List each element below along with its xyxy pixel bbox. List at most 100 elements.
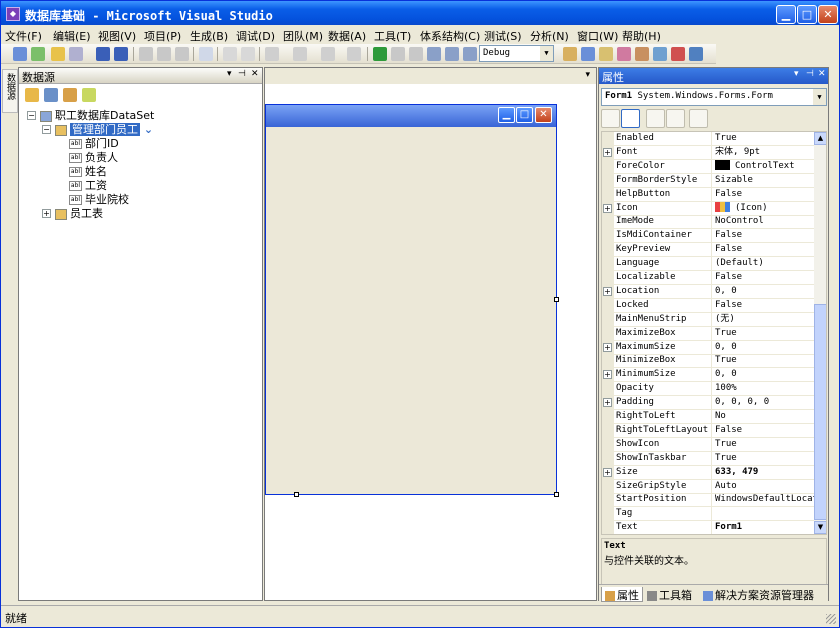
expand-property-icon[interactable]: + <box>603 398 612 408</box>
resize-handle-bottom[interactable] <box>294 492 299 497</box>
auto-hide-pin-icon[interactable]: ⊣ <box>806 69 814 79</box>
panel-dropdown-icon[interactable]: ▾ <box>227 69 232 79</box>
command-window-icon[interactable] <box>689 47 703 61</box>
expand-property-icon[interactable]: + <box>603 203 612 213</box>
property-value[interactable]: False <box>715 271 814 284</box>
tree-node[interactable]: abl 姓名 <box>69 165 107 179</box>
menu-item[interactable]: 项目(P) <box>144 28 181 44</box>
property-value[interactable]: 0, 0 <box>715 285 814 298</box>
property-value[interactable]: 633, 479 <box>715 466 814 479</box>
property-value[interactable]: Form1 <box>715 521 814 534</box>
menu-item[interactable]: 团队(M) <box>283 28 323 44</box>
refresh-icon[interactable] <box>82 88 96 102</box>
tree-node[interactable]: 管理部门员工 ⌄ <box>55 123 153 137</box>
tree-node[interactable]: 员工表 <box>55 207 103 221</box>
property-row[interactable]: KeyPreview False <box>602 243 814 258</box>
property-value[interactable]: False <box>715 243 814 256</box>
add-item-icon[interactable] <box>31 47 45 61</box>
tree-node[interactable]: abl 负责人 <box>69 151 118 165</box>
properties-view-icon[interactable] <box>646 109 665 128</box>
expand-property-icon[interactable]: + <box>603 286 612 296</box>
menu-item[interactable]: 工具(T) <box>374 28 411 44</box>
menu-item[interactable]: 测试(S) <box>484 28 522 44</box>
title-bar[interactable]: ◆ 数据库基础 - Microsoft Visual Studio ▁ □ ✕ <box>1 1 839 28</box>
resize-handle-right[interactable] <box>554 297 559 302</box>
find-icon[interactable] <box>199 47 213 61</box>
events-view-icon[interactable] <box>666 109 685 128</box>
menu-item[interactable]: 视图(V) <box>98 28 136 44</box>
chevron-down-icon[interactable]: ▼ <box>813 89 826 105</box>
undo-icon[interactable] <box>265 47 279 61</box>
collapse-node-icon[interactable]: − <box>42 125 51 134</box>
property-row[interactable]: Opacity 100% <box>602 382 814 397</box>
property-value[interactable]: 0, 0 <box>715 368 814 381</box>
add-datasource-icon[interactable] <box>25 88 39 102</box>
tree-node[interactable]: 职工数据库DataSet <box>40 109 154 123</box>
property-row[interactable]: ImeMode NoControl <box>602 215 814 230</box>
property-value[interactable]: (无) <box>715 313 814 326</box>
tree-node[interactable]: abl 工资 <box>69 179 107 193</box>
document-list-dropdown-icon[interactable]: ▾ <box>585 70 590 80</box>
property-row[interactable]: FormBorderStyle Sizable <box>602 173 814 188</box>
property-row[interactable]: ShowInTaskbar True <box>602 451 814 466</box>
menu-item[interactable]: 帮助(H) <box>622 28 661 44</box>
tab-solution-explorer[interactable]: 解决方案资源管理器 <box>703 587 814 602</box>
property-row[interactable]: SizeGripStyle Auto <box>602 479 814 494</box>
panel-close-icon[interactable]: ✕ <box>818 69 826 79</box>
alphabetical-view-icon[interactable] <box>621 109 640 128</box>
collapse-node-icon[interactable]: − <box>27 111 36 120</box>
property-value[interactable]: True <box>715 132 814 145</box>
form1-client-area[interactable] <box>268 127 554 492</box>
chevron-down-icon[interactable]: ▼ <box>540 46 553 61</box>
form1-title-bar[interactable]: ▁ □ ✕ <box>266 105 556 127</box>
find-in-files-icon[interactable] <box>563 47 577 61</box>
panel-close-icon[interactable]: ✕ <box>251 69 259 79</box>
property-row[interactable]: Locked False <box>602 298 814 313</box>
property-value[interactable]: Auto <box>715 480 814 493</box>
property-value[interactable] <box>715 507 814 520</box>
property-row[interactable]: MainMenuStrip (无) <box>602 312 814 327</box>
paste-icon[interactable] <box>175 47 189 61</box>
property-row[interactable]: + MinimumSize 0, 0 <box>602 368 814 383</box>
step-over-icon[interactable] <box>445 47 459 61</box>
menu-item[interactable]: 生成(B) <box>190 28 228 44</box>
property-row[interactable]: + Icon (Icon) <box>602 201 814 216</box>
property-value[interactable]: WindowsDefaultLocation <box>715 493 814 506</box>
property-value[interactable]: No <box>715 410 814 423</box>
maximize-button[interactable]: □ <box>797 5 817 24</box>
property-value[interactable]: ControlText <box>715 160 814 173</box>
extension-manager-icon[interactable] <box>671 47 685 61</box>
start-page-icon[interactable] <box>653 47 667 61</box>
menu-item[interactable]: 调试(D) <box>236 28 275 44</box>
property-row[interactable]: + MaximumSize 0, 0 <box>602 340 814 355</box>
property-value[interactable]: True <box>715 438 814 451</box>
step-into-icon[interactable] <box>427 47 441 61</box>
property-row[interactable]: Language (Default) <box>602 257 814 272</box>
property-row[interactable]: StartPositionWindowsDefaultLocation <box>602 493 814 508</box>
side-tab-datasource[interactable]: 数据源 <box>2 69 18 113</box>
property-value[interactable]: 100% <box>715 382 814 395</box>
property-value[interactable]: False <box>715 229 814 242</box>
form-designer-surface[interactable]: ▾ ▁ □ ✕ <box>264 67 597 601</box>
add-new-item-icon[interactable] <box>69 47 83 61</box>
expand-node-icon[interactable]: + <box>42 209 51 218</box>
uncomment-icon[interactable] <box>241 47 255 61</box>
expand-property-icon[interactable]: + <box>603 467 612 477</box>
property-value[interactable]: (Icon) <box>715 202 814 215</box>
scroll-down-icon[interactable]: ▼ <box>814 521 826 534</box>
save-all-icon[interactable] <box>114 47 128 61</box>
property-row[interactable]: MaximizeBox True <box>602 326 814 341</box>
property-value[interactable]: NoControl <box>715 215 814 228</box>
object-browser-icon[interactable] <box>617 47 631 61</box>
property-value[interactable]: False <box>715 299 814 312</box>
property-value[interactable]: False <box>715 424 814 437</box>
start-debugging-icon[interactable] <box>373 47 387 61</box>
auto-hide-pin-icon[interactable]: ⊣ <box>238 69 246 79</box>
property-row[interactable]: MinimizeBox True <box>602 354 814 369</box>
configure-dataset-icon[interactable] <box>63 88 77 102</box>
tab-properties[interactable]: 属性 <box>601 587 643 602</box>
solution-configuration-combo[interactable]: Debug ▼ <box>479 45 554 62</box>
property-value[interactable]: False <box>715 188 814 201</box>
property-value[interactable]: (Default) <box>715 257 814 270</box>
property-row[interactable]: + Location 0, 0 <box>602 284 814 299</box>
